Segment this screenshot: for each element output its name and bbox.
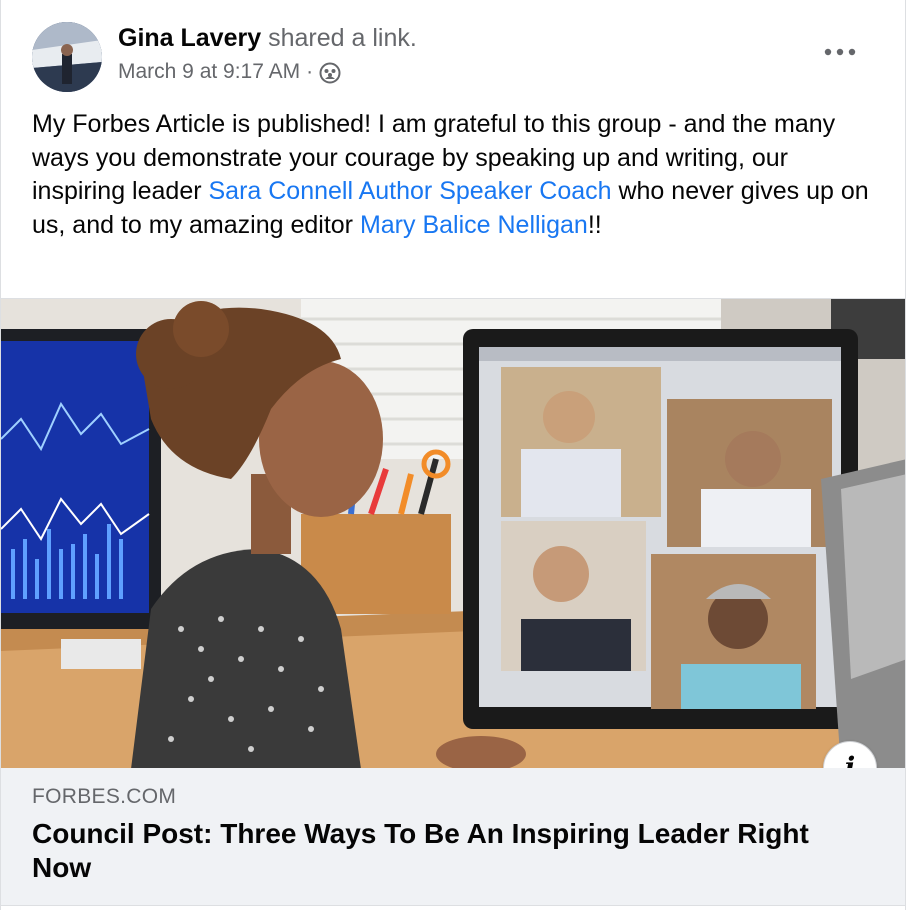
link-preview-image[interactable] bbox=[1, 298, 905, 769]
avatar-photo bbox=[32, 22, 102, 92]
link-preview-footer[interactable]: FORBES.COM Council Post: Three Ways To B… bbox=[1, 768, 905, 906]
link-domain: FORBES.COM bbox=[32, 785, 177, 808]
article-photo bbox=[1, 299, 905, 769]
author-line: Gina Lavery shared a link. bbox=[118, 22, 417, 54]
post-header: Gina Lavery shared a link. March 9 at 9:… bbox=[1, 0, 905, 105]
post-timestamp[interactable]: March 9 at 9:17 AM bbox=[118, 57, 300, 87]
post-action: shared a link. bbox=[268, 24, 417, 52]
post-text-part3: !! bbox=[587, 210, 602, 239]
more-options-icon bbox=[824, 48, 856, 56]
post-card: Gina Lavery shared a link. March 9 at 9:… bbox=[0, 0, 906, 910]
link-title[interactable]: Council Post: Three Ways To Be An Inspir… bbox=[32, 817, 832, 885]
author-name[interactable]: Gina Lavery bbox=[118, 24, 261, 52]
more-options-button[interactable] bbox=[813, 34, 867, 70]
avatar[interactable] bbox=[32, 22, 102, 92]
group-icon[interactable] bbox=[319, 62, 341, 84]
mention-mary-balice-nelligan[interactable]: Mary Balice Nelligan bbox=[360, 211, 588, 239]
post-meta: March 9 at 9:17 AM · bbox=[118, 57, 341, 87]
meta-separator: · bbox=[306, 60, 314, 83]
post-message: My Forbes Article is published! I am gra… bbox=[32, 108, 882, 242]
mention-sara-connell[interactable]: Sara Connell Author Speaker Coach bbox=[209, 177, 612, 205]
